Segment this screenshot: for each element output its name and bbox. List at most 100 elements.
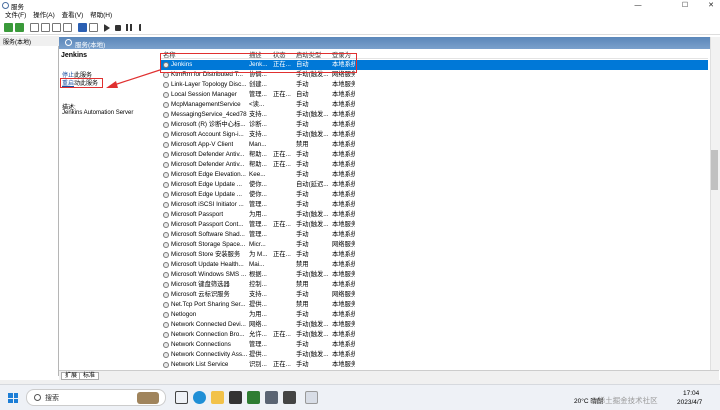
table-cell: 管理...	[249, 91, 267, 98]
table-row[interactable]: Microsoft Storage Space... Micr... 手动 网络服务	[160, 240, 708, 250]
table-cell: Microsoft Storage Space...	[171, 241, 246, 248]
table-row[interactable]: Network Connected Devi... 网络... 手动(触发... 本地…	[160, 320, 708, 330]
table-cell: 管理...	[249, 341, 267, 348]
export-list-icon[interactable]	[63, 23, 72, 32]
table-row[interactable]: Net.Tcp Port Sharing Ser... 提供... 禁用 本地服务	[160, 300, 708, 310]
table-row[interactable]: McpManagementService <读... 手动 本地系统	[160, 100, 708, 110]
table-row[interactable]: Microsoft Edge Elevation... Kee... 手动 本地系统	[160, 170, 708, 180]
table-cell: 本地系统	[332, 211, 355, 218]
table-row[interactable]: Microsoft Passport Cont... 管理... 正在... 手动(触…	[160, 220, 708, 230]
store-icon[interactable]	[229, 391, 242, 404]
minimize-button[interactable]: —	[629, 0, 647, 11]
search-icon	[34, 394, 41, 401]
menu-help[interactable]: 帮助(H)	[90, 11, 112, 21]
table-cell: <读...	[249, 101, 265, 108]
clock-time[interactable]: 17:04	[683, 390, 699, 397]
table-row[interactable]: Network Connection Bro... 允许... 正在... 手动(触发…	[160, 330, 708, 340]
menu-file[interactable]: 文件(F)	[5, 11, 26, 21]
service-gear-icon	[163, 222, 169, 228]
window-title: 服务	[11, 4, 24, 11]
table-row[interactable]: Network Connectivity Ass... 提供... 手动(触发...…	[160, 350, 708, 360]
services-taskbar-icon[interactable]	[305, 391, 318, 404]
restart-service-icon[interactable]	[139, 24, 145, 31]
table-row[interactable]: Microsoft 键盘筛选器 控制... 禁用 本地系统	[160, 280, 708, 290]
table-row[interactable]: Microsoft Defender Antiv... 帮助... 正在... 手动 本…	[160, 160, 708, 170]
table-row[interactable]: Local Session Manager 管理... 正在... 自动 本地系统	[160, 90, 708, 100]
refresh-icon[interactable]	[52, 23, 61, 32]
table-row[interactable]: Microsoft Windows SMS ... 根据... 手动(触发... 本地…	[160, 270, 708, 280]
table-cell: 帮助...	[249, 151, 267, 158]
back-icon[interactable]	[4, 23, 13, 32]
app-icon-green[interactable]	[247, 391, 260, 404]
table-row[interactable]: Netlogon 为用... 手动 本地系统	[160, 310, 708, 320]
table-row[interactable]: Microsoft iSCSI Initiator ... 管理... 手动 本地系统	[160, 200, 708, 210]
table-cell: Microsoft Edge Update ...	[171, 191, 243, 198]
tree-node-services-local[interactable]: 服务(本地)	[0, 36, 59, 46]
file-explorer-icon[interactable]	[211, 391, 224, 404]
pane-header-title: 服务(本地)	[75, 42, 106, 49]
table-cell: 手动	[296, 151, 309, 158]
forward-icon[interactable]	[15, 23, 24, 32]
maximize-button[interactable]: ☐	[676, 0, 694, 11]
taskbar-search-box[interactable]: 搜索	[26, 389, 166, 406]
close-button[interactable]: ✕	[702, 0, 720, 11]
table-row[interactable]: Microsoft App-V Client Man... 禁用 本地系统	[160, 140, 708, 150]
service-gear-icon	[163, 262, 169, 268]
properties-icon[interactable]	[41, 23, 50, 32]
table-row[interactable]: Microsoft Software Shad... 管理... 手动 本地系统	[160, 230, 708, 240]
table-row[interactable]: Microsoft Passport 为用... 手动(触发... 本地系统	[160, 210, 708, 220]
service-gear-icon	[163, 282, 169, 288]
table-cell: Netlogon	[171, 311, 197, 318]
table-cell: 创建...	[249, 81, 267, 88]
table-cell: 正在...	[273, 361, 291, 368]
table-row[interactable]: Microsoft Store 安装服务 为 M... 正在... 手动 本地系统	[160, 250, 708, 260]
tab-extended[interactable]: 扩展	[61, 372, 82, 380]
scrollbar-thumb[interactable]	[711, 150, 718, 190]
menu-view[interactable]: 查看(V)	[62, 11, 84, 21]
table-cell: Network Connected Devi...	[171, 321, 246, 328]
table-row[interactable]: MessagingService_4ced78 支持... 手动(触发... 本地系统	[160, 110, 708, 120]
table-row[interactable]: Microsoft Account Sign-i... 支持... 手动(触发...…	[160, 130, 708, 140]
table-cell: 为用...	[249, 311, 267, 318]
table-row[interactable]: Microsoft Defender Antiv... 帮助... 正在... 手动 本…	[160, 150, 708, 160]
app-icon-grey[interactable]	[265, 391, 278, 404]
table-row[interactable]: Network List Service 识别... 正在... 手动 本地服务	[160, 360, 708, 370]
table-cell: 手动	[296, 311, 309, 318]
table-cell: Microsoft Passport	[171, 211, 224, 218]
help-icon[interactable]	[78, 23, 87, 32]
table-row[interactable]: Microsoft Edge Update ... 使你... 自动(延迟... 本地…	[160, 180, 708, 190]
windows-start-icon[interactable]	[8, 393, 18, 403]
tab-standard[interactable]: 标准	[79, 372, 100, 380]
search-highlight-image	[137, 392, 159, 404]
stop-service-icon[interactable]	[115, 25, 121, 31]
table-row[interactable]: Microsoft 云标识服务 支持... 手动 网络服务	[160, 290, 708, 300]
table-cell: 手动	[296, 101, 309, 108]
start-service-icon[interactable]	[104, 24, 110, 32]
table-row[interactable]: Microsoft (R) 诊断中心标... 诊断... 手动 本地系统	[160, 120, 708, 130]
table-cell: 禁用	[296, 301, 309, 308]
table-cell: Microsoft Store 安装服务	[171, 251, 241, 258]
table-cell: MessagingService_4ced78	[171, 111, 247, 118]
table-cell: Microsoft 键盘筛选器	[171, 281, 230, 288]
show-tree-icon[interactable]	[30, 23, 39, 32]
table-cell: 手动	[296, 341, 309, 348]
table-cell: 管理...	[249, 221, 267, 228]
table-cell: 诊断...	[249, 121, 267, 128]
task-view-icon[interactable]	[175, 391, 188, 404]
vertical-scrollbar[interactable]	[710, 37, 720, 370]
view-icon[interactable]	[89, 23, 98, 32]
clock-date[interactable]: 2023/4/7	[677, 399, 702, 406]
table-row[interactable]: Network Connections 管理... 手动 本地系统	[160, 340, 708, 350]
edge-browser-icon[interactable]	[193, 391, 206, 404]
terminal-icon[interactable]	[283, 391, 296, 404]
table-row[interactable]: Microsoft Update Health... Mai... 禁用 本地系统	[160, 260, 708, 270]
table-cell: 允许...	[249, 331, 267, 338]
menu-action[interactable]: 操作(A)	[33, 11, 55, 21]
table-cell: 本地系统	[332, 131, 355, 138]
table-cell: 为 M...	[249, 251, 268, 258]
table-cell: Network Connection Bro...	[171, 331, 245, 338]
table-row[interactable]: Link-Layer Topology Disc... 创建... 手动 本地服务	[160, 80, 708, 90]
service-gear-icon	[163, 232, 169, 238]
pause-service-icon[interactable]	[126, 24, 132, 31]
table-row[interactable]: Microsoft Edge Update ... 使你... 手动 本地系统	[160, 190, 708, 200]
